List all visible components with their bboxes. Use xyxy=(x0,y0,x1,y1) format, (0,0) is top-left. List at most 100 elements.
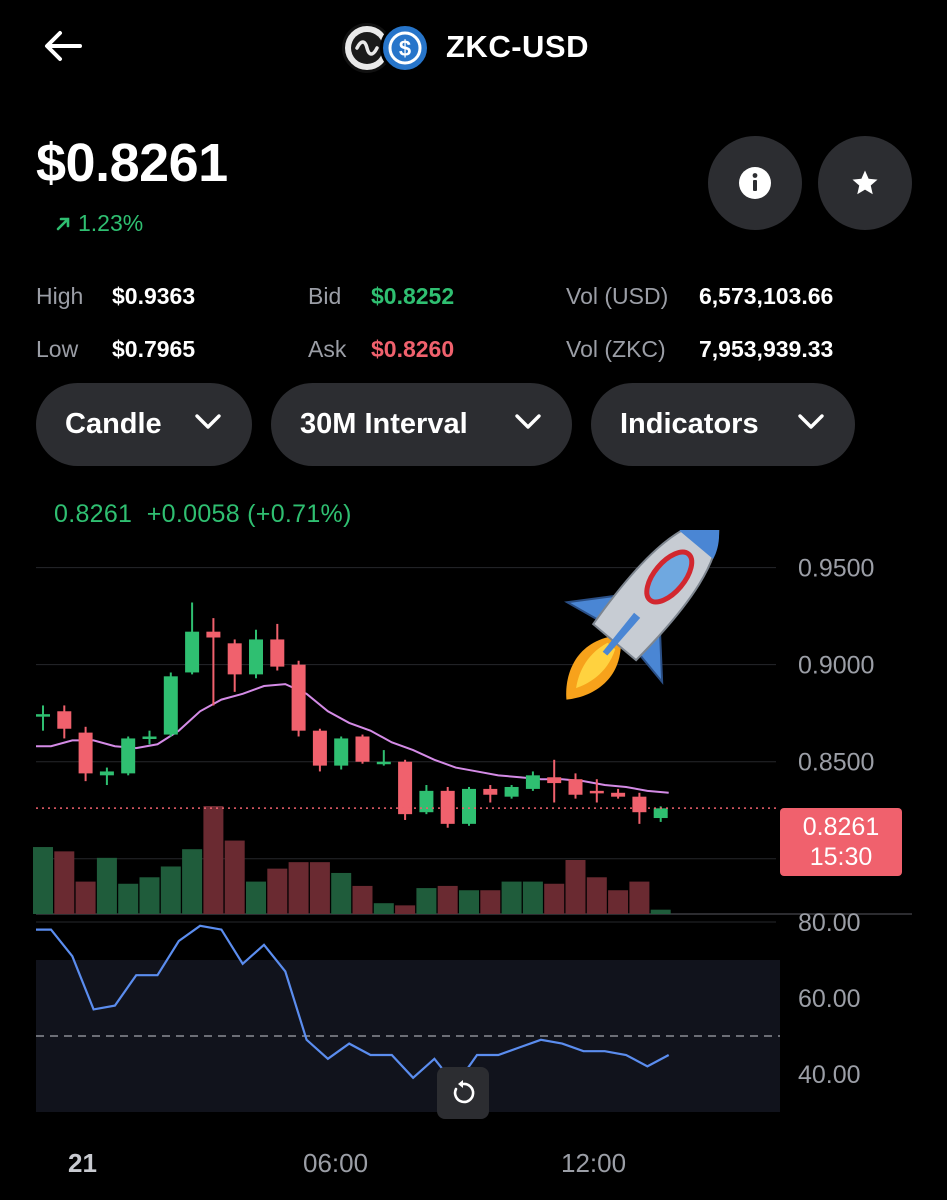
volume-bar xyxy=(608,890,629,914)
volume-bar xyxy=(416,888,437,914)
vol-zkc-label: Vol (ZKC) xyxy=(566,336,666,362)
usd-coin-icon: $ xyxy=(380,23,430,73)
candle xyxy=(99,767,114,786)
volume-bar xyxy=(224,840,245,914)
price-tag-countdown: 15:30 xyxy=(809,843,873,871)
volume-bar xyxy=(501,881,522,914)
candle xyxy=(206,618,221,706)
rsi-tick-label: 80.00 xyxy=(798,909,861,937)
candle xyxy=(355,734,370,764)
pair-header: $ ZKC-USD xyxy=(340,18,589,76)
rsi-tick-label: 60.00 xyxy=(798,985,861,1013)
bid-label: Bid xyxy=(308,283,342,309)
vol-usd-label: Vol (USD) xyxy=(566,283,669,309)
y-tick-label: 0.8500 xyxy=(798,749,874,777)
volume-bar xyxy=(139,877,160,914)
chevron-down-icon xyxy=(798,414,824,429)
volume-bar xyxy=(650,909,671,914)
y-tick-label: 0.9000 xyxy=(798,652,874,680)
volume-bar xyxy=(182,849,203,914)
candle xyxy=(291,660,306,737)
candle xyxy=(611,788,626,799)
volume-bar xyxy=(395,905,416,914)
vol-zkc-value: 7,953,939.33 xyxy=(699,336,834,362)
rsi-tick-label: 40.00 xyxy=(798,1061,861,1089)
y-tick-label: 0.9500 xyxy=(798,555,874,583)
chevron-down-icon xyxy=(195,414,221,429)
indicators-label: Indicators xyxy=(620,408,759,440)
volume-bar xyxy=(544,883,565,914)
candle xyxy=(525,771,540,791)
candle xyxy=(78,726,93,782)
high-label: High xyxy=(36,283,84,309)
candle xyxy=(483,785,498,803)
arrow-up-right-icon xyxy=(56,217,70,230)
candle xyxy=(312,728,327,772)
candle xyxy=(270,623,285,671)
volume-bar xyxy=(288,862,309,914)
low-label: Low xyxy=(36,336,79,362)
high-value: $0.9363 xyxy=(112,283,196,309)
candle xyxy=(547,759,562,803)
price-change: 1.23% xyxy=(54,210,143,237)
candle xyxy=(504,785,519,799)
volume-bar xyxy=(54,851,75,914)
reset-zoom-button[interactable] xyxy=(437,1067,489,1119)
current-price-tag: 0.8261 15:30 xyxy=(780,808,902,876)
back-button[interactable] xyxy=(40,26,84,66)
candle xyxy=(36,705,50,731)
chart-summary: 0.8261 +0.0058 (+0.71%) xyxy=(54,500,352,529)
volume-bar xyxy=(373,903,394,914)
volume-bar xyxy=(267,868,288,914)
candle xyxy=(142,730,157,745)
candle xyxy=(462,786,476,826)
candle xyxy=(398,759,413,820)
pair-title: ZKC-USD xyxy=(446,29,589,64)
indicators-dropdown[interactable]: Indicators xyxy=(591,383,855,466)
volume-bar xyxy=(309,862,330,914)
candle xyxy=(227,639,242,692)
low-value: $0.7965 xyxy=(112,336,196,362)
volume-bar xyxy=(96,857,117,914)
volume-bar xyxy=(75,881,96,914)
reset-zoom-icon xyxy=(453,1080,475,1104)
rocket-emoji-icon xyxy=(564,530,720,700)
volume-bar xyxy=(331,872,352,914)
volume-bar xyxy=(203,806,224,914)
volume-bar xyxy=(246,881,266,914)
candle xyxy=(57,705,72,739)
volume-bar xyxy=(118,883,139,914)
info-button[interactable] xyxy=(708,136,802,230)
bid-value: $0.8252 xyxy=(371,283,455,309)
price-change-percent: 1.23% xyxy=(78,210,144,236)
candle xyxy=(121,736,136,776)
favorite-button[interactable] xyxy=(818,136,912,230)
pair-logo: $ xyxy=(340,19,432,75)
chart-type-dropdown[interactable]: Candle xyxy=(36,383,252,466)
candle xyxy=(249,629,263,679)
star-icon xyxy=(852,170,878,195)
interval-label: 30M Interval xyxy=(300,408,468,440)
svg-text:$: $ xyxy=(399,36,411,61)
ask-value: $0.8260 xyxy=(371,336,455,362)
chart-type-label: Candle xyxy=(65,408,162,440)
current-price: $0.8261 xyxy=(36,133,228,193)
info-icon xyxy=(739,167,771,199)
volume-bar xyxy=(437,885,458,914)
vol-usd-value: 6,573,103.66 xyxy=(699,283,834,309)
x-axis-label: 12:00 xyxy=(561,1148,627,1178)
volume-bar xyxy=(565,860,586,914)
volume-bar xyxy=(459,890,479,914)
ask-label: Ask xyxy=(308,336,347,362)
price-tag-value: 0.8261 xyxy=(802,813,880,841)
volume-bar xyxy=(522,881,543,914)
candle xyxy=(334,736,349,770)
volume-bar xyxy=(629,881,650,914)
volume-bar xyxy=(33,847,53,914)
candle xyxy=(163,672,178,737)
candle xyxy=(419,785,434,815)
chart-change: +0.0058 (+0.71%) xyxy=(146,500,352,528)
interval-dropdown[interactable]: 30M Interval xyxy=(271,383,572,466)
x-axis-label: 06:00 xyxy=(303,1148,369,1178)
candle xyxy=(440,786,455,828)
